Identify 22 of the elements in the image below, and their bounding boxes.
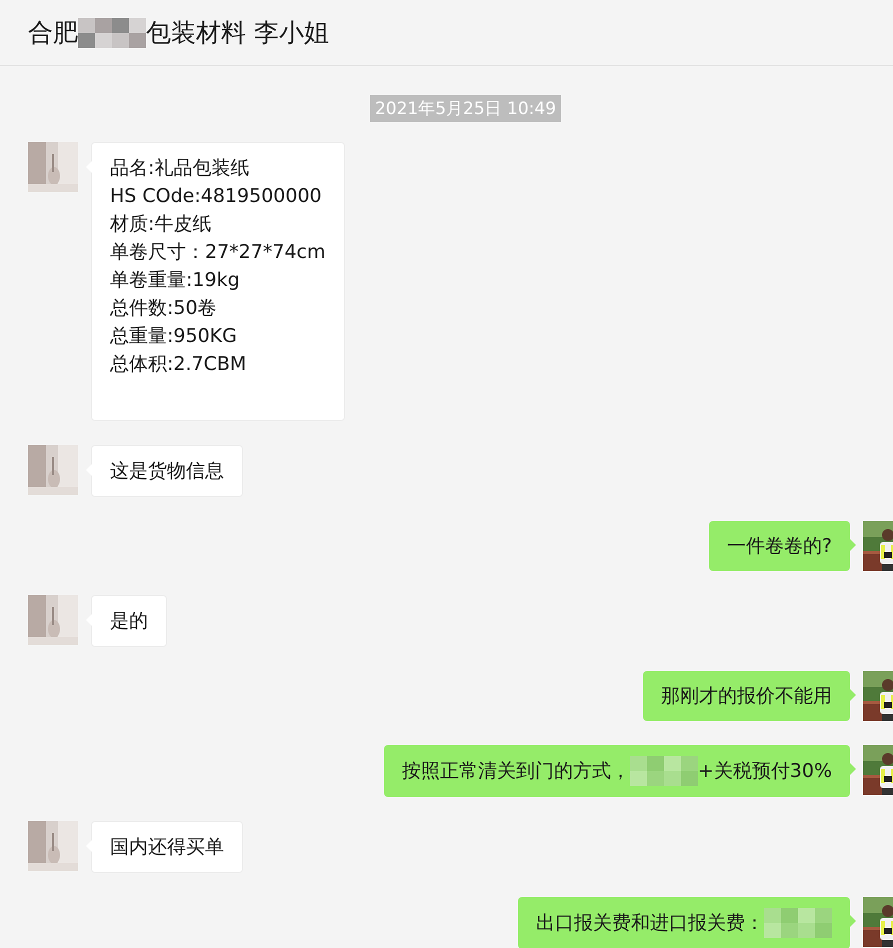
- message-text: 品名:礼品包装纸: [110, 156, 250, 181]
- message-text: +关税预付30%: [698, 759, 832, 784]
- message-text: 总件数:50卷: [110, 296, 217, 321]
- redacted-mosaic: [78, 18, 146, 48]
- message-text: HS COde:4819500000: [110, 184, 322, 209]
- message-text: 按照正常清关到门的方式，: [402, 759, 630, 784]
- message-text: 是的: [110, 609, 148, 634]
- message-text: 单卷尺寸：27*27*74cm: [110, 240, 326, 265]
- message-text: 总重量:950KG: [110, 324, 237, 349]
- message-text: 国内还得买单: [110, 835, 224, 860]
- message-text: 单卷重量:19kg: [110, 268, 240, 293]
- message-text: 这是货物信息: [110, 459, 224, 484]
- message-text: 一件卷卷的?: [726, 534, 832, 559]
- message-text: 出口报关费和进口报关费：: [536, 911, 764, 936]
- chat-title: 合肥: [28, 17, 78, 49]
- message-text: 材质:牛皮纸: [110, 212, 212, 237]
- chat-title: 包装材料 李小姐: [146, 17, 329, 49]
- message-timestamp: 2021年5月25日 10:49: [370, 95, 562, 122]
- redacted-mosaic: [764, 908, 832, 938]
- message-text: 那刚才的报价不能用: [661, 684, 832, 709]
- redacted-mosaic: [630, 756, 698, 786]
- message-text: 总体积:2.7CBM: [110, 352, 246, 377]
